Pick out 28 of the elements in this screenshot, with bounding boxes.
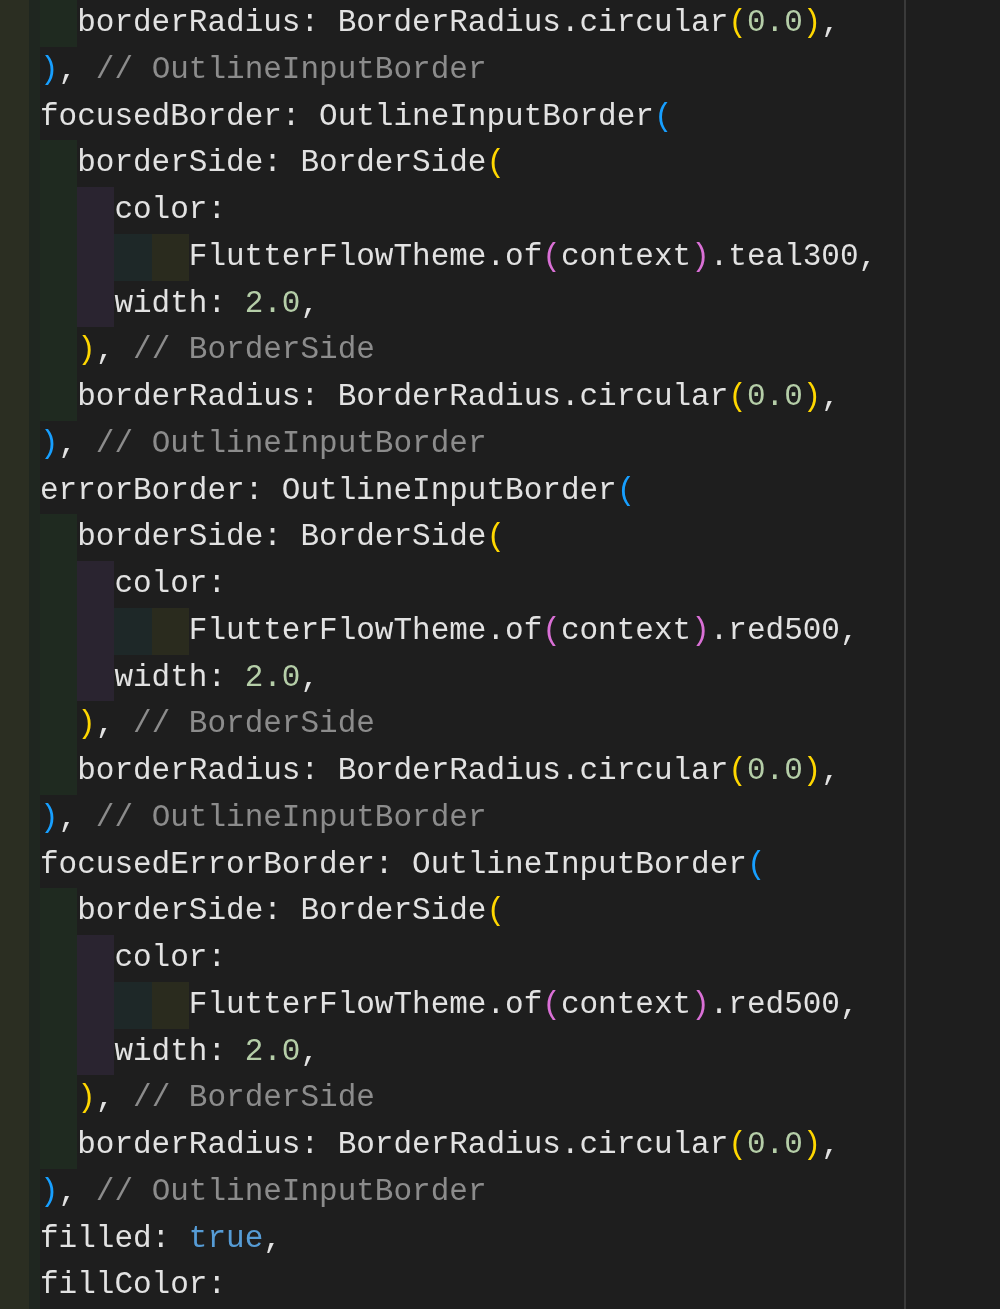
code-line: borderSide: BorderSide( <box>77 518 506 557</box>
code-line: borderSide: BorderSide( <box>77 144 506 183</box>
code-line: color: <box>114 191 227 229</box>
code-line: ), // BorderSide <box>77 705 375 744</box>
code-line: FlutterFlowTheme.of(context).red500, <box>188 985 859 1024</box>
code-line: width: 2.0, <box>114 658 320 697</box>
code-line: ), // OutlineInputBorder <box>40 1172 487 1211</box>
code-line: width: 2.0, <box>114 284 320 323</box>
code-line: color: <box>114 939 227 977</box>
code-line: FlutterFlowTheme.of(context).teal300, <box>188 237 878 276</box>
code-line: ), // OutlineInputBorder <box>40 424 487 463</box>
code-line: borderRadius: BorderRadius.circular(0.0), <box>77 752 840 790</box>
code-line: errorBorder: OutlineInputBorder( <box>40 471 636 510</box>
code-line: ), // OutlineInputBorder <box>40 798 487 837</box>
code-line: FlutterFlowTheme.of(context).red500, <box>188 611 859 650</box>
code-line: borderSide: BorderSide( <box>77 892 506 931</box>
code-line: borderRadius: BorderRadius.circular(0.0), <box>77 1126 840 1164</box>
code-line: focusedErrorBorder: OutlineInputBorder( <box>40 845 766 884</box>
code-line: focusedBorder: OutlineInputBorder( <box>40 97 673 136</box>
code-line: color: <box>114 565 227 603</box>
code-line: borderRadius: BorderRadius.circular(0.0), <box>77 4 840 42</box>
code-line: ), // BorderSide <box>77 331 375 370</box>
code-line: width: 2.0, <box>114 1032 320 1071</box>
code-line: fillColor: <box>40 1266 227 1305</box>
code-line: filled: true, <box>40 1219 282 1258</box>
code-line: ), // OutlineInputBorder <box>40 50 487 89</box>
code-line: ), // BorderSide <box>77 1079 375 1118</box>
code-line: borderRadius: BorderRadius.circular(0.0), <box>77 378 840 416</box>
